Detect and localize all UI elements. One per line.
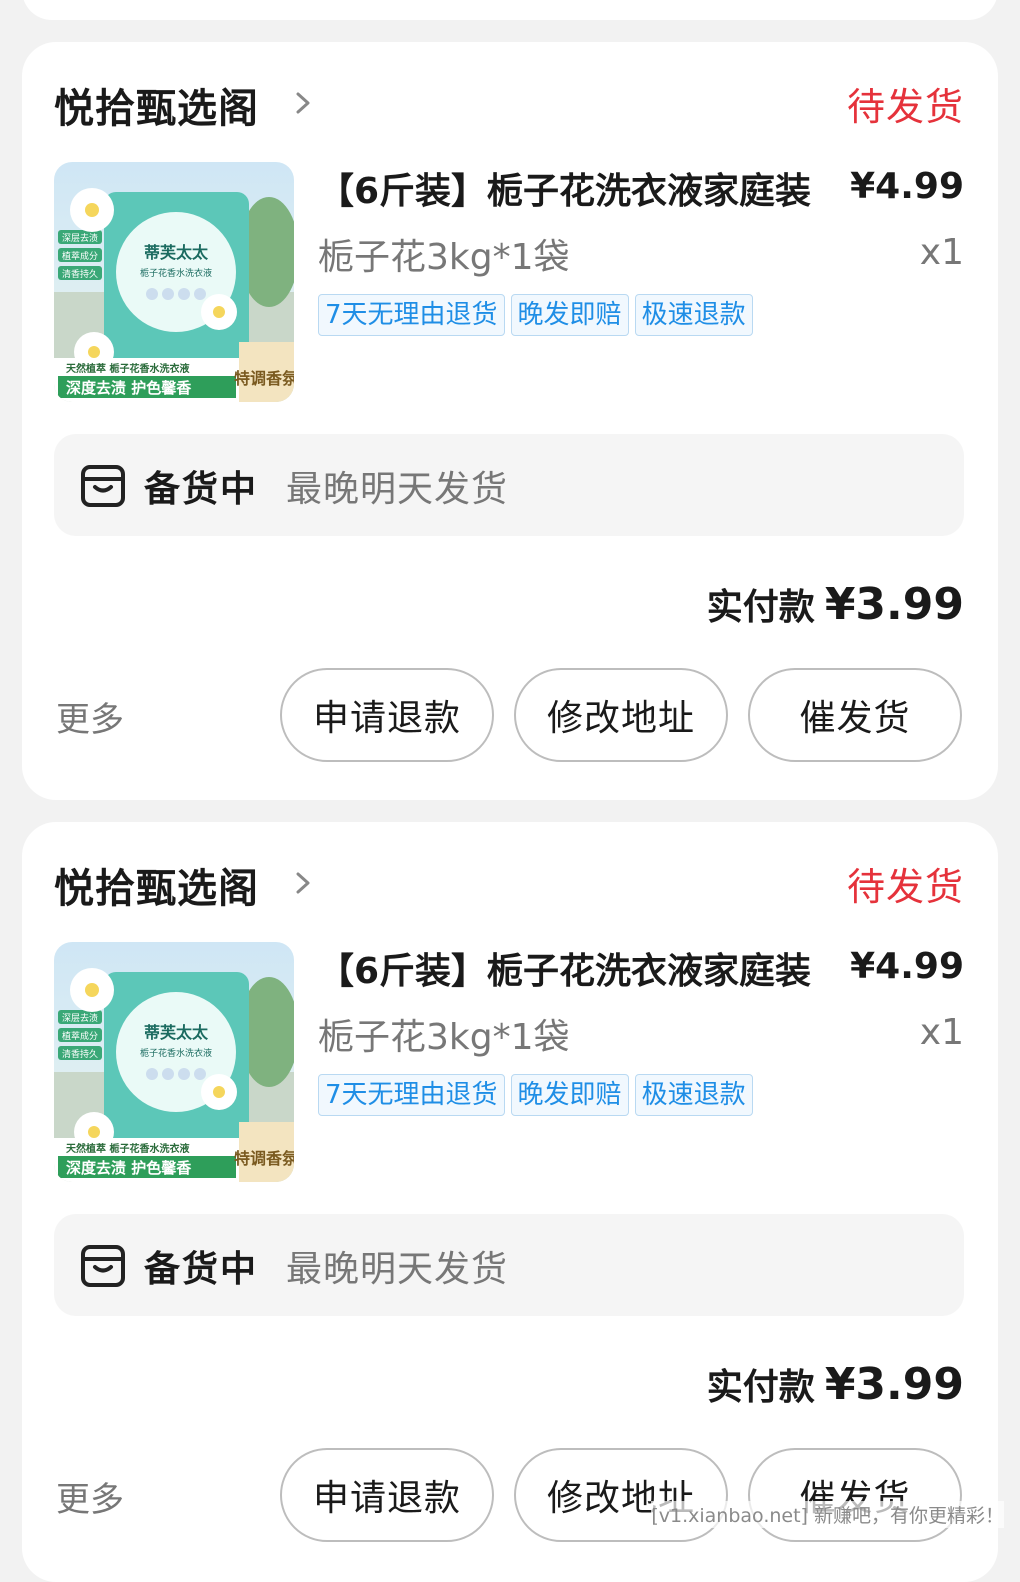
shop-header[interactable]: 悦拾甄选阁 待发货	[54, 852, 964, 912]
order-status: 待发货	[846, 865, 964, 909]
request-refund-button[interactable]: 申请退款	[280, 668, 494, 762]
image-side-1: 深层去渍	[62, 1012, 98, 1024]
image-sub: 栀子花香水洗衣液	[140, 1047, 212, 1059]
product-price: ¥4.99	[850, 946, 964, 987]
order-status: 待发货	[846, 85, 964, 129]
image-side-2: 植萃成分	[62, 1030, 98, 1042]
product-quantity: x1	[919, 232, 964, 273]
package-box-icon	[81, 465, 125, 507]
tag-return: 7天无理由退货	[318, 294, 505, 336]
tag-return: 7天无理由退货	[318, 1074, 505, 1116]
image-side-3: 清香持久	[62, 1048, 98, 1060]
product-title[interactable]: 【6斤装】栀子花洗衣液家庭装	[318, 942, 848, 994]
tag-fast-refund: 极速退款	[634, 294, 753, 336]
service-tags: 7天无理由退货 晚发即赔 极速退款	[318, 1074, 753, 1116]
pay-label: 实付款	[706, 587, 815, 628]
image-badge: 特调香氛	[234, 369, 294, 388]
pay-amount: ¥3.99	[824, 1359, 964, 1410]
order-card: 悦拾甄选阁 待发货 蒂芙太太 栀子花香水洗衣液 深层去渍 植萃成分 清香持久 天…	[22, 822, 998, 1582]
shipping-status-bar[interactable]: 备货中 最晚明天发货	[54, 434, 964, 536]
order-card: 悦拾甄选阁 待发货 蒂芙太太 栀子花香水洗衣液 深层去渍 植萃成分 清香持久 天…	[22, 42, 998, 800]
shipping-state: 备货中	[144, 469, 259, 510]
product-spec: 栀子花3kg*1袋	[318, 237, 570, 278]
change-address-button[interactable]: 修改地址	[514, 668, 728, 762]
pay-amount: ¥3.99	[824, 579, 964, 630]
shop-header[interactable]: 悦拾甄选阁 待发货	[54, 72, 964, 132]
package-box-icon	[81, 1245, 125, 1287]
image-badge: 特调香氛	[234, 1149, 294, 1168]
shipping-note: 最晚明天发货	[286, 1249, 509, 1290]
shop-name[interactable]: 悦拾甄选阁	[54, 76, 259, 134]
tag-late-compensation: 晚发即赔	[510, 294, 629, 336]
tag-late-compensation: 晚发即赔	[510, 1074, 629, 1116]
image-footer-big: 深度去渍 护色馨香	[66, 1159, 191, 1177]
product-quantity: x1	[919, 1012, 964, 1053]
image-brand: 蒂芙太太	[144, 243, 209, 262]
image-brand: 蒂芙太太	[144, 1023, 209, 1042]
image-side-2: 植萃成分	[62, 250, 98, 262]
request-refund-button[interactable]: 申请退款	[280, 1448, 494, 1542]
shipping-note: 最晚明天发货	[286, 469, 509, 510]
image-footer-small: 天然植萃 栀子花香水洗衣液	[66, 362, 189, 375]
service-tags: 7天无理由退货 晚发即赔 极速退款	[318, 294, 753, 336]
product-image[interactable]: 蒂芙太太 栀子花香水洗衣液 深层去渍 植萃成分 清香持久 天然植萃 栀子花香水洗…	[54, 942, 294, 1182]
shop-name[interactable]: 悦拾甄选阁	[54, 856, 259, 914]
pay-label: 实付款	[706, 1367, 815, 1408]
urge-shipping-button[interactable]: 催发货	[748, 668, 962, 762]
payment-summary: 实付款 ¥3.99	[707, 1358, 964, 1410]
chevron-right-icon[interactable]	[286, 86, 320, 120]
shipping-state: 备货中	[144, 1249, 259, 1290]
more-link[interactable]: 更多	[56, 1472, 124, 1521]
product-title[interactable]: 【6斤装】栀子花洗衣液家庭装	[318, 162, 848, 214]
shipping-status-bar[interactable]: 备货中 最晚明天发货	[54, 1214, 964, 1316]
more-link[interactable]: 更多	[56, 692, 124, 741]
previous-order-card	[22, 0, 998, 20]
tag-fast-refund: 极速退款	[634, 1074, 753, 1116]
payment-summary: 实付款 ¥3.99	[707, 578, 964, 630]
image-side-3: 清香持久	[62, 268, 98, 280]
image-footer-small: 天然植萃 栀子花香水洗衣液	[66, 1142, 189, 1155]
image-footer-big: 深度去渍 护色馨香	[66, 379, 191, 397]
image-side-1: 深层去渍	[62, 232, 98, 244]
image-sub: 栀子花香水洗衣液	[140, 267, 212, 279]
product-price: ¥4.99	[850, 166, 964, 207]
product-image[interactable]: 蒂芙太太 栀子花香水洗衣液 深层去渍 植萃成分 清香持久 天然植萃 栀子花香水洗…	[54, 162, 294, 402]
product-spec: 栀子花3kg*1袋	[318, 1017, 570, 1058]
chevron-right-icon[interactable]	[286, 866, 320, 900]
watermark-text: [v1.xianbao.net] 新赚吧，有你更精彩！	[651, 1501, 1004, 1528]
